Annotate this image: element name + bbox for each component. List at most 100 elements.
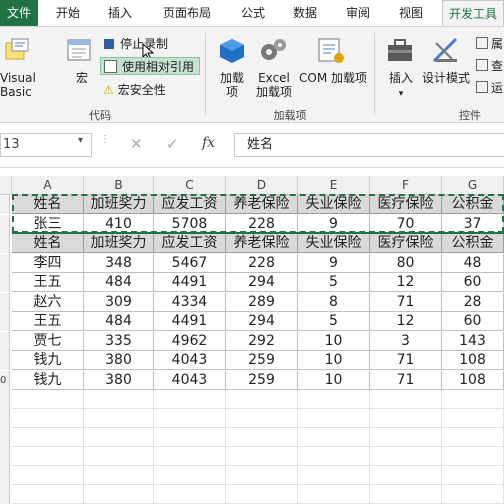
empty-cell[interactable] (298, 485, 370, 504)
table-cell[interactable]: 348 (84, 254, 154, 273)
column-header[interactable]: C (154, 176, 226, 194)
empty-cell[interactable] (226, 390, 298, 409)
excel-addin-button[interactable]: Excel 加载项 (254, 71, 294, 99)
macro-security-button[interactable]: ⚠ 宏安全性 (100, 81, 190, 99)
empty-cell[interactable] (298, 466, 370, 485)
header-cell[interactable]: 应发工资 (154, 234, 226, 253)
formula-input[interactable]: 姓名 (234, 133, 504, 157)
table-cell[interactable]: 4962 (154, 332, 226, 351)
row-header[interactable] (0, 254, 10, 273)
empty-cell[interactable] (84, 428, 154, 447)
empty-cell[interactable] (84, 485, 154, 504)
header-cell[interactable]: 医疗保险 (370, 195, 442, 214)
empty-cell[interactable] (226, 466, 298, 485)
tab-home[interactable]: 开始 (50, 0, 86, 26)
table-cell[interactable]: 292 (226, 332, 298, 351)
row-header[interactable] (0, 466, 10, 485)
header-cell[interactable]: 医疗保险 (370, 234, 442, 253)
insert-control-button[interactable]: 插入 (383, 71, 419, 85)
empty-cell[interactable] (442, 409, 504, 428)
header-cell[interactable]: 姓名 (12, 234, 84, 253)
empty-cell[interactable] (154, 428, 226, 447)
empty-cell[interactable] (226, 485, 298, 504)
header-cell[interactable]: 姓名 (12, 195, 84, 214)
table-cell[interactable]: 5467 (154, 254, 226, 273)
header-cell[interactable]: 加班奖力 (84, 234, 154, 253)
empty-cell[interactable] (442, 428, 504, 447)
empty-cell[interactable] (154, 466, 226, 485)
empty-cell[interactable] (154, 447, 226, 466)
row-header[interactable] (0, 351, 10, 370)
table-cell[interactable]: 10 (298, 351, 370, 370)
row-header[interactable] (0, 273, 10, 292)
empty-cell[interactable] (12, 428, 84, 447)
table-cell[interactable]: 12 (370, 312, 442, 331)
table-cell[interactable]: 71 (370, 293, 442, 312)
table-cell[interactable]: 10 (298, 371, 370, 390)
enter-icon[interactable]: ✓ (166, 135, 179, 153)
column-header[interactable]: G (442, 176, 504, 194)
table-cell[interactable]: 赵六 (12, 293, 84, 312)
empty-cell[interactable] (442, 390, 504, 409)
empty-cell[interactable] (12, 447, 84, 466)
table-cell[interactable]: 71 (370, 371, 442, 390)
header-cell[interactable]: 公积金 (442, 234, 504, 253)
table-cell[interactable]: 9 (298, 254, 370, 273)
empty-cell[interactable] (84, 409, 154, 428)
table-cell[interactable]: 28 (442, 293, 504, 312)
tab-formulas[interactable]: 公式 (235, 0, 271, 26)
worksheet-grid[interactable]: A B C D E F G 姓名 加班奖力 应发工资 养老保险 失业保险 医疗保险 公积金张… (0, 168, 504, 504)
header-cell[interactable]: 养老保险 (226, 195, 298, 214)
empty-cell[interactable] (370, 447, 442, 466)
table-cell[interactable]: 335 (84, 332, 154, 351)
properties-button[interactable]: 属 (476, 35, 504, 53)
table-cell[interactable]: 4043 (154, 351, 226, 370)
table-cell[interactable]: 228 (226, 254, 298, 273)
column-header[interactable]: D (226, 176, 298, 194)
table-cell[interactable]: 380 (84, 371, 154, 390)
table-cell[interactable]: 10 (298, 332, 370, 351)
table-cell[interactable]: 钱九 (12, 351, 84, 370)
table-cell[interactable]: 294 (226, 273, 298, 292)
table-cell[interactable]: 王五 (12, 312, 84, 331)
relative-reference-button[interactable]: 使用相对引用 (100, 57, 200, 75)
tab-view[interactable]: 视图 (393, 0, 429, 26)
tab-developer[interactable]: 开发工具 (442, 0, 504, 26)
header-cell[interactable]: 公积金 (442, 195, 504, 214)
row-header[interactable] (0, 332, 10, 351)
view-code-button[interactable]: 查 (476, 57, 504, 75)
empty-cell[interactable] (298, 409, 370, 428)
table-cell[interactable]: 108 (442, 351, 504, 370)
empty-cell[interactable] (154, 390, 226, 409)
select-all-corner[interactable] (0, 176, 12, 194)
table-cell[interactable]: 48 (442, 254, 504, 273)
run-dialog-button[interactable]: 运 (476, 79, 504, 97)
visual-basic-button[interactable]: Visual Basic (0, 71, 60, 99)
table-cell[interactable]: 5 (298, 273, 370, 292)
table-cell[interactable]: 380 (84, 351, 154, 370)
row-header[interactable] (0, 293, 10, 312)
table-cell[interactable]: 5 (298, 312, 370, 331)
row-header[interactable] (0, 409, 10, 428)
empty-cell[interactable] (12, 409, 84, 428)
empty-cell[interactable] (12, 390, 84, 409)
table-cell[interactable]: 71 (370, 351, 442, 370)
table-cell[interactable]: 289 (226, 293, 298, 312)
column-header[interactable]: B (84, 176, 154, 194)
empty-cell[interactable] (12, 485, 84, 504)
table-cell[interactable]: 3 (370, 332, 442, 351)
com-addin-button[interactable]: COM 加载项 (296, 71, 370, 85)
row-header[interactable] (0, 390, 10, 409)
table-cell[interactable]: 484 (84, 312, 154, 331)
resize-handle-icon[interactable]: ⋮ (100, 135, 110, 153)
row-header[interactable]: 0 (0, 371, 10, 390)
table-cell[interactable]: 4491 (154, 273, 226, 292)
header-cell[interactable]: 失业保险 (298, 234, 370, 253)
table-cell[interactable]: 484 (84, 273, 154, 292)
empty-cell[interactable] (298, 447, 370, 466)
cancel-icon[interactable]: ✕ (130, 135, 143, 153)
row-header[interactable] (0, 485, 10, 504)
header-cell[interactable]: 失业保险 (298, 195, 370, 214)
table-cell[interactable]: 108 (442, 371, 504, 390)
empty-cell[interactable] (226, 428, 298, 447)
